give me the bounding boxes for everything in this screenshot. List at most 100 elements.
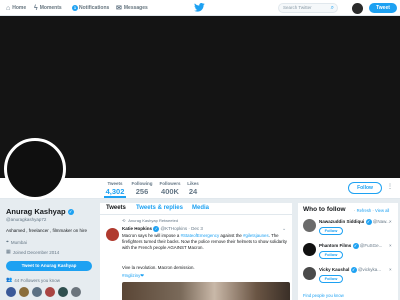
profile-avatar[interactable] bbox=[4, 138, 66, 200]
profile-bio: Ashamed , freelancer , filmmaker on hire bbox=[6, 228, 88, 233]
nav-moments[interactable]: ϟ Moments bbox=[34, 0, 62, 16]
follower-mini-avatar[interactable] bbox=[71, 287, 81, 297]
stat-tweets[interactable]: Tweets 4,302 bbox=[104, 181, 126, 198]
nav-home-label: Home bbox=[12, 5, 27, 11]
refresh-link[interactable]: Refresh bbox=[357, 208, 372, 213]
retweet-context: ⟲ Anurag Kashyap Retweeted bbox=[122, 218, 178, 223]
suggestion-follow-button[interactable]: Follow bbox=[319, 251, 343, 259]
bolt-icon: ϟ bbox=[34, 4, 38, 12]
stat-tweets-label: Tweets bbox=[107, 181, 123, 186]
nav-messages[interactable]: ✉ Messages bbox=[116, 0, 148, 16]
view-all-link[interactable]: View all bbox=[375, 208, 389, 213]
hashtag-link[interactable]: #StateofEmergency bbox=[181, 233, 220, 238]
top-navigation: ⌂ Home ϟ Moments 1 Notifications ✉ Messa… bbox=[0, 0, 400, 16]
follower-mini-avatar[interactable] bbox=[19, 287, 29, 297]
suggestion-handle: @Naw... bbox=[372, 219, 390, 225]
suggestion-name-text: Nawazuddin Siddiqui bbox=[319, 219, 365, 225]
who-to-follow-title: Who to follow bbox=[303, 206, 346, 213]
search-placeholder: Search Twitter bbox=[283, 5, 312, 10]
verified-badge-icon: ✓ bbox=[365, 219, 372, 225]
followers-you-know-text: 44 Followers you know bbox=[14, 277, 61, 283]
verified-badge-icon: ✓ bbox=[350, 267, 357, 273]
stat-followers[interactable]: Followers 400K bbox=[158, 181, 182, 196]
suggestion-handle: @vickyka... bbox=[357, 267, 382, 273]
tab-tweets-and-replies[interactable]: Tweets & replies bbox=[136, 205, 183, 211]
suggestion-name[interactable]: Phantom Films ✓ @FuSGe... bbox=[319, 243, 382, 249]
location-pin-icon: ⌖ bbox=[6, 239, 9, 245]
suggestion-follow-button[interactable]: Follow bbox=[319, 227, 343, 235]
stat-followers-value: 400K bbox=[161, 187, 179, 196]
verified-badge-icon: ✓ bbox=[153, 226, 160, 232]
nav-messages-label: Messages bbox=[123, 5, 148, 11]
tab-tweets[interactable]: Tweets bbox=[106, 205, 126, 211]
twitter-logo-svg bbox=[194, 3, 205, 12]
nav-moments-label: Moments bbox=[39, 5, 62, 11]
search-input[interactable]: Search Twitter ⌕ bbox=[278, 3, 338, 13]
suggestion-item: Phantom Films ✓ @FuSGe... Follow × bbox=[303, 243, 395, 263]
verified-badge-icon: ✓ bbox=[67, 209, 74, 216]
nav-notifications[interactable]: 1 Notifications bbox=[72, 0, 109, 16]
more-options-icon[interactable]: ⋮ bbox=[387, 184, 393, 190]
follower-mini-avatar[interactable] bbox=[6, 287, 16, 297]
suggestion-avatar[interactable] bbox=[303, 219, 316, 232]
who-to-follow-panel: Who to follow · Refresh · View all Nawaz… bbox=[298, 203, 398, 300]
separator-dot: · bbox=[354, 208, 356, 213]
tweet-author-name[interactable]: Katie Hopkins bbox=[122, 226, 152, 231]
suggestion-item: Nawazuddin Siddiqui ✓ @Naw... Follow × bbox=[303, 219, 395, 239]
followers-you-know-avatars bbox=[6, 287, 94, 297]
suggestion-avatar[interactable] bbox=[303, 243, 316, 256]
stat-likes[interactable]: Likes 24 bbox=[186, 181, 200, 196]
account-avatar[interactable] bbox=[352, 3, 363, 14]
timeline-tabs: Tweets Tweets & replies Media bbox=[100, 203, 292, 215]
profile-card: Anurag Kashyap ✓ @anuragkashyap72 Ashame… bbox=[6, 207, 94, 297]
tweet-author-avatar[interactable] bbox=[106, 228, 119, 241]
dismiss-icon[interactable]: × bbox=[389, 243, 392, 248]
tweet-text-line: Vive la revolution. Macron demission. bbox=[122, 265, 195, 270]
retweet-icon: ⟲ bbox=[122, 218, 126, 223]
dismiss-icon[interactable]: × bbox=[389, 267, 392, 272]
nav-notifications-label: Notifications bbox=[79, 5, 110, 11]
stat-tweets-value: 4,302 bbox=[105, 187, 125, 196]
follower-mini-avatar[interactable] bbox=[45, 287, 55, 297]
tweet-to-button[interactable]: Tweet to Anurag Kashyap bbox=[6, 261, 92, 271]
hashtag-link[interactable]: #giletsjaunes bbox=[243, 233, 269, 238]
tweet-media-image[interactable] bbox=[122, 282, 290, 300]
tab-media[interactable]: Media bbox=[192, 205, 209, 211]
profile-joined-text: Joined December 2014 bbox=[12, 249, 60, 255]
nav-home[interactable]: ⌂ Home bbox=[6, 0, 26, 16]
stat-followers-label: Followers bbox=[159, 181, 181, 186]
mail-icon: ✉ bbox=[116, 5, 122, 12]
stat-following[interactable]: Following 256 bbox=[130, 181, 154, 196]
follower-mini-avatar[interactable] bbox=[58, 287, 68, 297]
suggestion-follow-button[interactable]: Follow bbox=[319, 275, 343, 283]
dismiss-icon[interactable]: × bbox=[389, 219, 392, 224]
follower-mini-avatar[interactable] bbox=[32, 287, 42, 297]
tweet-author-handle[interactable]: @KTHopkins · Dec 3 bbox=[161, 226, 203, 231]
suggestion-name[interactable]: Nawazuddin Siddiqui ✓ @Naw... bbox=[319, 219, 390, 225]
stat-likes-label: Likes bbox=[187, 181, 199, 186]
stat-following-value: 256 bbox=[135, 187, 149, 196]
tweet-text-part: against the bbox=[219, 233, 244, 238]
profile-handle[interactable]: @anuragkashyap72 bbox=[6, 217, 94, 222]
suggestion-name[interactable]: Vicky Kaushal ✓ @vickyka... bbox=[319, 267, 381, 273]
tweet-text-part: Macron says he will impose a bbox=[122, 233, 181, 238]
suggestion-avatar[interactable] bbox=[303, 267, 316, 280]
tweet-menu-chevron-icon[interactable]: ⌄ bbox=[282, 226, 286, 232]
notifications-badge: 1 bbox=[72, 5, 78, 11]
hashtag-link[interactable]: #Ingliziny❤ bbox=[122, 273, 288, 279]
stat-likes-value: 24 bbox=[188, 187, 198, 196]
suggestion-name-text: Vicky Kaushal bbox=[319, 267, 350, 273]
follow-button[interactable]: Follow bbox=[348, 182, 382, 194]
search-icon[interactable]: ⌕ bbox=[331, 4, 334, 12]
stat-following-label: Following bbox=[131, 181, 153, 186]
find-people-link[interactable]: Find people you know bbox=[303, 293, 344, 298]
followers-you-know[interactable]: 👥 44 Followers you know bbox=[6, 277, 94, 283]
tweet-header: Katie Hopkins ✓ @KTHopkins · Dec 3 bbox=[122, 226, 203, 232]
twitter-bird-icon[interactable] bbox=[194, 3, 205, 14]
profile-name-text: Anurag Kashyap bbox=[6, 207, 66, 216]
tweet-text: Macron says he will impose a #StateofEme… bbox=[122, 233, 288, 251]
calendar-icon: ▦ bbox=[6, 249, 11, 255]
compose-tweet-button[interactable]: Tweet bbox=[369, 3, 397, 13]
separator-dot: · bbox=[372, 208, 374, 213]
profile-location-text: Mumbai bbox=[10, 239, 27, 245]
